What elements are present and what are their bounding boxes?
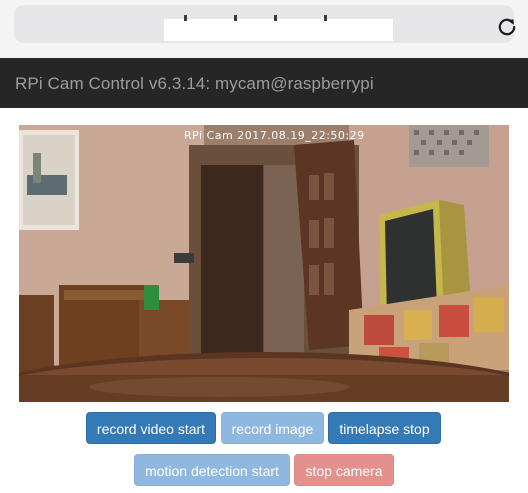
address-bar[interactable] [14, 5, 516, 43]
app-navbar: RPi Cam Control v6.3.14: mycam@raspberry… [0, 58, 528, 108]
camera-preview-image [19, 125, 509, 402]
timelapse-stop-button[interactable]: timelapse stop [328, 412, 441, 444]
redacted-url [164, 15, 393, 41]
page-title: RPi Cam Control v6.3.14: mycam@raspberry… [15, 74, 374, 93]
camera-timestamp-overlay: RPi Cam 2017.08.19_22:50:29 [184, 129, 365, 142]
browser-toolbar [0, 0, 528, 58]
record-image-button[interactable]: record image [221, 412, 324, 444]
stop-camera-button[interactable]: stop camera [294, 454, 394, 486]
motion-detection-start-button[interactable]: motion detection start [134, 454, 290, 486]
record-video-start-button[interactable]: record video start [86, 412, 216, 444]
reload-icon[interactable] [495, 15, 519, 39]
camera-preview[interactable]: RPi Cam 2017.08.19_22:50:29 [19, 125, 509, 402]
